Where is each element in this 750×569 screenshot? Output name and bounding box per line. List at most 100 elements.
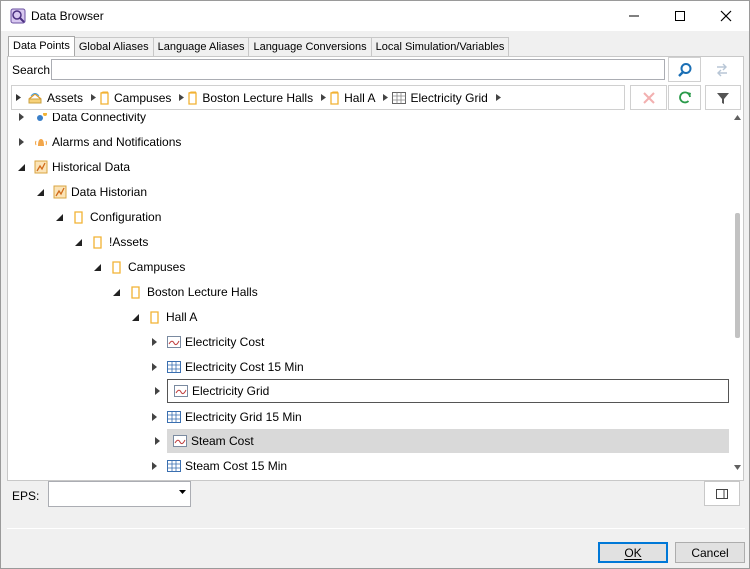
tree-item-label: Electricity Cost 15 Min: [185, 360, 304, 374]
grid-icon: [167, 361, 181, 373]
tab-language-conversions[interactable]: Language Conversions: [248, 37, 372, 56]
collapse-arrow-icon[interactable]: [54, 213, 64, 221]
folder-icon: [188, 91, 198, 105]
breadcrumb-label: Boston Lecture Halls: [202, 90, 314, 105]
folder-icon: [112, 261, 121, 274]
refresh-button[interactable]: [668, 85, 701, 110]
data-browser-window: Data Browser Data Points Global Aliases …: [0, 0, 750, 569]
chevron-right-icon: [383, 94, 389, 101]
tree-item-label: Campuses: [128, 260, 186, 274]
tree-item-label: Electricity Cost: [185, 335, 265, 349]
tree-item-label: Alarms and Notifications: [52, 135, 182, 149]
collapse-arrow-icon[interactable]: [92, 263, 102, 271]
expand-arrow-icon[interactable]: [16, 113, 26, 121]
search-label: Search:: [12, 63, 54, 77]
data-point-tree[interactable]: Data Connectivity Alarms and Notificatio…: [8, 113, 733, 473]
window-title: Data Browser: [31, 9, 104, 23]
tree-item-label: Configuration: [90, 210, 162, 224]
maximize-button[interactable]: [657, 1, 703, 31]
tree-item-steam-cost-15-min[interactable]: Steam Cost 15 Min: [149, 454, 729, 473]
data-points-panel: Search: Assets Campuses Boston Lecture H…: [7, 56, 744, 481]
breadcrumb-item-campuses[interactable]: Campuses: [100, 85, 188, 110]
tree-item-electricity-grid[interactable]: Electricity Grid: [167, 379, 729, 403]
eps-label: EPS:: [12, 489, 40, 503]
gear-icon: [37, 113, 47, 121]
breadcrumb-item-electricity-grid[interactable]: Electricity Grid: [392, 85, 504, 110]
tree-item-label: Data Connectivity: [52, 113, 147, 124]
tree-item-electricity-grid-15-min[interactable]: Electricity Grid 15 Min: [149, 405, 729, 429]
tree-scrollbar[interactable]: [732, 113, 743, 473]
scroll-down-icon[interactable]: [734, 465, 741, 470]
tree-item-boston-lecture-halls[interactable]: Boston Lecture Halls: [111, 280, 258, 304]
tree-item-data-connectivity[interactable]: Data Connectivity: [16, 113, 146, 129]
tree-item-hall-a[interactable]: Hall A: [130, 305, 197, 329]
expand-arrow-icon[interactable]: [149, 363, 159, 371]
x-icon: [642, 91, 655, 104]
expand-arrow-icon[interactable]: [149, 462, 159, 470]
close-button[interactable]: [703, 1, 749, 31]
folder-icon: [150, 311, 159, 324]
tree-item-label: Electricity Grid 15 Min: [185, 410, 302, 424]
collapse-arrow-icon[interactable]: [35, 188, 45, 196]
tree-item-label: Steam Cost 15 Min: [185, 459, 288, 473]
collapse-arrow-icon[interactable]: [130, 313, 140, 321]
title-bar: Data Browser: [1, 1, 749, 31]
ok-button-label: OK: [624, 545, 642, 560]
collapse-arrow-icon[interactable]: [16, 163, 26, 171]
tab-strip: Data Points Global Aliases Language Alia…: [8, 36, 510, 56]
swap-button[interactable]: [705, 57, 738, 82]
breadcrumb-item-assets[interactable]: Assets: [21, 85, 100, 110]
tab-global-aliases[interactable]: Global Aliases: [73, 37, 154, 56]
swap-arrows-icon: [716, 63, 727, 76]
tree-item-steam-cost[interactable]: Steam Cost: [167, 429, 729, 453]
tab-data-points[interactable]: Data Points: [8, 36, 75, 56]
minimize-icon: [629, 15, 639, 17]
tree-item-data-historian[interactable]: Data Historian: [35, 180, 147, 204]
scroll-up-icon[interactable]: [734, 115, 741, 120]
ok-button[interactable]: OK: [598, 542, 668, 563]
magnifier-icon: [677, 62, 691, 77]
breadcrumb-item-boston-lecture-halls[interactable]: Boston Lecture Halls: [188, 85, 330, 110]
expand-arrow-icon[interactable]: [149, 338, 159, 346]
toggle-panel-button[interactable]: [704, 481, 740, 506]
tree-item-label: !Assets: [109, 235, 149, 249]
trend-icon: [174, 385, 188, 397]
expand-arrow-icon[interactable]: [16, 138, 26, 146]
folder-icon: [100, 91, 109, 105]
expand-arrow-icon[interactable]: [152, 387, 162, 395]
tree-item-label: Hall A: [166, 310, 198, 324]
minimize-button[interactable]: [611, 1, 657, 31]
cancel-button[interactable]: Cancel: [675, 542, 745, 563]
breadcrumb-label: Hall A: [344, 90, 376, 105]
tree-item-historical-data[interactable]: Historical Data: [16, 155, 130, 179]
scrollbar-thumb[interactable]: [735, 213, 740, 338]
breadcrumb-label: Campuses: [114, 90, 172, 105]
divider: [7, 528, 745, 529]
collapse-arrow-icon[interactable]: [73, 238, 83, 246]
chevron-right-icon: [179, 94, 185, 101]
collapse-arrow-icon[interactable]: [111, 288, 121, 296]
tab-local-simulation-variables[interactable]: Local Simulation/Variables: [370, 37, 510, 56]
grid-icon: [167, 460, 181, 472]
tree-item-electricity-cost-15-min[interactable]: Electricity Cost 15 Min: [149, 355, 729, 379]
tree-item-alarms-and-notifications[interactable]: Alarms and Notifications: [16, 130, 181, 154]
tree-item-assets[interactable]: !Assets: [73, 230, 148, 254]
tree-item-campuses[interactable]: Campuses: [92, 255, 185, 279]
tree-item-electricity-cost[interactable]: Electricity Cost: [149, 330, 729, 354]
clear-path-button[interactable]: [630, 85, 667, 110]
tree-item-configuration[interactable]: Configuration: [54, 205, 161, 229]
chevron-right-icon: [91, 94, 97, 101]
tree-item-label: Electricity Grid: [192, 384, 270, 398]
tree-item-label: Boston Lecture Halls: [147, 285, 258, 299]
breadcrumb-item-hall-a[interactable]: Hall A: [330, 85, 392, 110]
expand-arrow-icon[interactable]: [149, 413, 159, 421]
search-button[interactable]: [668, 57, 701, 82]
filter-button[interactable]: [705, 85, 741, 110]
close-icon: [720, 10, 732, 22]
search-input[interactable]: [51, 59, 665, 80]
expand-arrow-icon[interactable]: [152, 437, 162, 445]
tab-language-aliases[interactable]: Language Aliases: [152, 37, 250, 56]
eps-select[interactable]: [48, 481, 191, 507]
chevron-down-icon: [179, 490, 186, 494]
breadcrumb-label: Assets: [47, 90, 84, 105]
